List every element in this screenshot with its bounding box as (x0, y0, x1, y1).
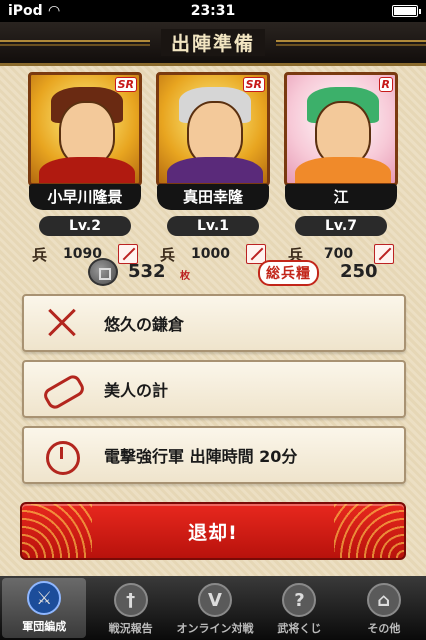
title-decoration-left (0, 40, 150, 46)
question-icon: ? (282, 583, 317, 617)
title-bar: 出陣準備 (0, 22, 426, 66)
march-label: 電撃強行軍 出陣時間 20分 (104, 447, 298, 466)
general-portrait[interactable]: SR (28, 72, 142, 186)
coins-unit: 枚 (180, 271, 190, 282)
tab-label: その他 (367, 622, 401, 635)
scroll-icon (40, 367, 84, 411)
tab-label: 軍団編成 (22, 620, 67, 633)
general-name: 小早川隆景 (29, 184, 141, 210)
vs-icon: V (198, 583, 233, 617)
coins-value: 532 (128, 261, 166, 282)
tab-label: 武将くじ (277, 622, 322, 635)
clock: 23:31 (190, 3, 236, 19)
general-card-1[interactable]: SR 小早川隆景 Lv.2 兵 1090 (28, 72, 142, 266)
general-name: 江 (285, 184, 397, 210)
rarity-badge: R (378, 77, 393, 92)
general-name: 真田幸隆 (157, 184, 269, 210)
battlefield-label: 悠久の鎌倉 (104, 315, 185, 334)
retreat-label: 退却! (188, 521, 238, 544)
title-decoration-right (276, 40, 426, 46)
battlefield-select-button[interactable]: 悠久の鎌倉 (22, 294, 406, 352)
wave-pattern-left (22, 504, 92, 558)
rarity-badge: SR (242, 77, 265, 92)
general-portrait[interactable]: R (284, 72, 398, 186)
resources-row: 532 枚 総兵糧 250 (0, 256, 426, 290)
carrier-label: iPod (8, 3, 43, 19)
status-bar: iPod ◠ 23:31 (0, 0, 426, 22)
tab-army-formation[interactable]: ⚔ 軍団編成 (2, 578, 87, 638)
general-level: Lv.7 (295, 216, 387, 236)
general-portrait[interactable]: SR (156, 72, 270, 186)
sword-icon: † (113, 583, 148, 617)
general-card-3[interactable]: R 江 Lv.7 兵 700 (284, 72, 398, 266)
tab-other[interactable]: ⌂ その他 (342, 576, 426, 640)
wave-pattern-right (334, 504, 404, 558)
general-cards: SR 小早川隆景 Lv.2 兵 1090 SR 真田幸隆 Lv.1 兵 1000 (28, 72, 398, 266)
march-select-button[interactable]: 電撃強行軍 出陣時間 20分 (22, 426, 406, 484)
total-provisions-label: 総兵糧 (258, 260, 319, 286)
stopwatch-icon (40, 433, 84, 477)
general-card-2[interactable]: SR 真田幸隆 Lv.1 兵 1000 (156, 72, 270, 266)
general-level: Lv.2 (39, 216, 131, 236)
total-provisions-value: 250 (340, 261, 378, 282)
coin-icon (88, 258, 118, 286)
strategy-label: 美人の計 (104, 381, 169, 400)
general-level: Lv.1 (167, 216, 259, 236)
temple-icon: ⌂ (366, 583, 401, 617)
helmet-icon: ⚔ (27, 581, 62, 615)
rarity-badge: SR (114, 77, 137, 92)
battery-icon (392, 5, 421, 17)
tab-label: オンライン対戦 (176, 622, 254, 635)
tab-label: 戦況報告 (108, 622, 153, 635)
tab-bar: ⚔ 軍団編成 † 戦況報告 V オンライン対戦 ? 武将くじ ⌂ その他 (0, 576, 426, 640)
page-title: 出陣準備 (160, 29, 265, 56)
crossed-swords-icon (40, 301, 84, 345)
tab-online-battle[interactable]: V オンライン対戦 (173, 576, 257, 640)
strategy-select-button[interactable]: 美人の計 (22, 360, 406, 418)
tab-battle-report[interactable]: † 戦況報告 (88, 576, 172, 640)
main-content: SR 小早川隆景 Lv.2 兵 1090 SR 真田幸隆 Lv.1 兵 1000 (0, 66, 426, 576)
tab-general-lottery[interactable]: ? 武将くじ (257, 576, 341, 640)
wifi-icon: ◠ (48, 3, 60, 19)
retreat-button[interactable]: 退却! (20, 502, 406, 560)
